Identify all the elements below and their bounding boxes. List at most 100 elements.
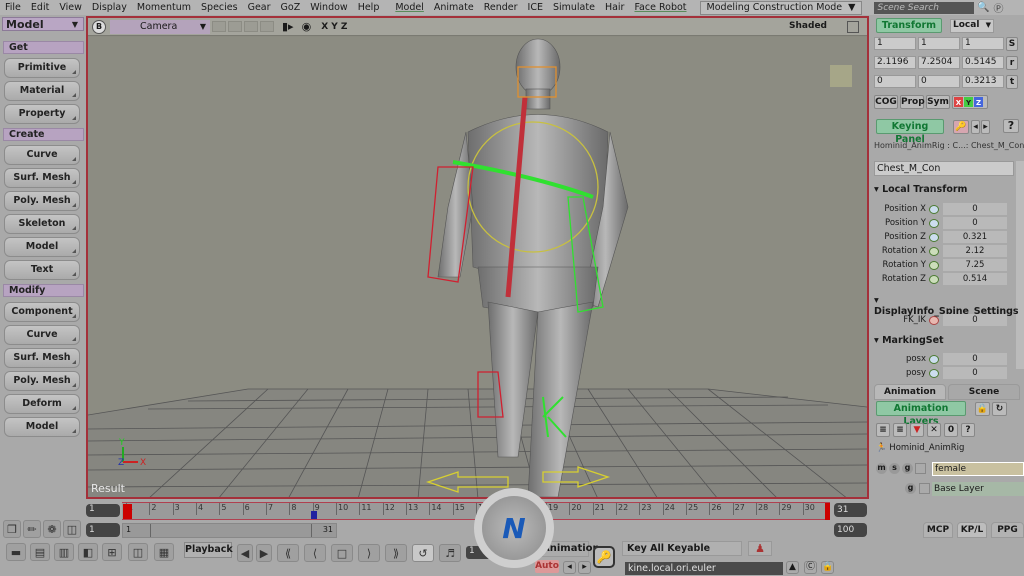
range-handle-right[interactable] [311, 524, 312, 537]
modify-poly-mesh-button[interactable]: Poly. Mesh [4, 371, 80, 391]
auto-key-button[interactable]: Auto [535, 560, 559, 573]
layer-checkbox[interactable] [915, 463, 926, 474]
prop-value-slider[interactable]: 7.25 [943, 259, 1007, 271]
layout-single-icon[interactable]: ▬ [6, 543, 26, 561]
layer-base[interactable]: Base Layer [932, 482, 1024, 496]
search-icon[interactable]: 🔍 [977, 2, 989, 14]
layer-checkbox[interactable] [919, 483, 930, 494]
rotation-x-field[interactable]: 2.1196 [874, 56, 916, 69]
menu-momentum[interactable]: Momentum [132, 2, 196, 13]
view-slot[interactable] [212, 21, 226, 32]
zero-layer-icon[interactable]: 0 [944, 423, 958, 437]
rotation-y-field[interactable]: 7.2504 [918, 56, 960, 69]
menu-face-robot[interactable]: Face Robot [629, 2, 691, 13]
module-dropdown[interactable]: Model ▼ [2, 17, 84, 31]
camera-icon[interactable]: ▮▸ [282, 20, 294, 33]
space-dropdown[interactable]: Local ▼ [950, 19, 994, 33]
range-handle-left[interactable] [150, 524, 151, 537]
menu-file[interactable]: File [0, 2, 26, 13]
axis-z-toggle[interactable]: Z [974, 97, 983, 107]
menu-window[interactable]: Window [305, 2, 352, 13]
animate-icon[interactable] [929, 232, 939, 242]
construction-mode-dropdown[interactable]: Modeling Construction Mode ▼ [699, 0, 863, 15]
expand-up-icon[interactable]: ▲ [786, 561, 799, 574]
prev-frame-icon[interactable]: ◀ [237, 544, 253, 562]
range-out-field[interactable]: 100 [834, 523, 867, 537]
menu-gear[interactable]: Gear [243, 2, 276, 13]
set-key-button[interactable]: 🔑 [593, 546, 615, 568]
layout-split-icon[interactable]: ◫ [128, 543, 148, 561]
get-primitive-button[interactable]: Primitive [4, 58, 80, 78]
timeline-end-field[interactable]: 31 [834, 503, 867, 517]
section-get[interactable]: Get [3, 41, 84, 54]
timeline-start-field[interactable]: 1 [86, 504, 120, 517]
stop-icon[interactable]: □ [331, 544, 353, 562]
section-modify[interactable]: Modify [3, 284, 84, 297]
play-backward-icon[interactable]: ⟨ [304, 544, 326, 562]
ghost-toggle[interactable]: g [902, 463, 913, 474]
scene-search-input[interactable]: Scene Search [874, 1, 975, 14]
camera-dropdown[interactable]: Camera ▼ [110, 19, 210, 34]
axis-x-toggle[interactable]: X [954, 97, 963, 107]
animated-curve-icon[interactable] [929, 260, 939, 270]
prev-key-icon[interactable]: ◂ [971, 120, 980, 134]
clear-icon[interactable]: Ⓒ [804, 561, 817, 574]
view-slot[interactable] [260, 21, 274, 32]
scale-button[interactable]: S [1006, 37, 1018, 51]
range-slider[interactable]: 1 31 [122, 523, 337, 538]
3d-viewport[interactable]: B Camera ▼ ▮▸ ◉ X Y Z Shaded Y Z X Resul… [86, 16, 869, 499]
prop-value-slider[interactable]: 0.321 [943, 231, 1007, 243]
layout-side-icon[interactable]: ◧ [78, 543, 98, 561]
object-name-field[interactable]: Chest_M_Con [874, 161, 1014, 176]
create-curve-button[interactable]: Curve [4, 145, 80, 165]
animate-icon[interactable] [929, 368, 939, 378]
layout-bottom-icon[interactable]: ▥ [54, 543, 74, 561]
menu-species[interactable]: Species [196, 2, 243, 13]
playback-menu-button[interactable]: Playback [184, 542, 233, 558]
next-key-icon[interactable]: ▸ [578, 561, 591, 574]
animated-curve-icon[interactable] [929, 274, 939, 284]
get-material-button[interactable]: Material [4, 81, 80, 101]
cog-button[interactable]: COG [874, 95, 898, 109]
keying-set-dropdown[interactable]: Key All Keyable [622, 541, 742, 556]
modify-surf-mesh-button[interactable]: Surf. Mesh [4, 348, 80, 368]
lock-icon[interactable]: 🔒 [821, 561, 834, 574]
mute-toggle[interactable]: m [876, 463, 887, 474]
tab-scene[interactable]: Scene [948, 384, 1020, 400]
tab-mcp[interactable]: MCP [923, 522, 953, 538]
menu-render[interactable]: Render [479, 2, 523, 13]
viewport-b-button[interactable]: B [92, 19, 106, 34]
shading-mode-dropdown[interactable]: Shaded [789, 21, 827, 31]
menu-simulate[interactable]: Simulate [548, 2, 600, 13]
timeline-playhead[interactable] [123, 504, 132, 519]
solo-toggle[interactable]: s [889, 463, 900, 474]
ghost-toggle[interactable]: g [905, 483, 916, 494]
layer-female[interactable]: female [932, 462, 1024, 476]
menu-goz[interactable]: GoZ [276, 2, 306, 13]
modify-curve-button[interactable]: Curve [4, 325, 80, 345]
layout-top-icon[interactable]: ▤ [30, 543, 50, 561]
clear-search-icon[interactable]: Ⓟ [992, 2, 1004, 15]
translation-y-field[interactable]: 0 [918, 75, 960, 88]
get-property-button[interactable]: Property [4, 104, 80, 124]
animate-icon[interactable] [929, 204, 939, 214]
key-icon[interactable]: 🔑 [953, 120, 969, 134]
keying-panel-button[interactable]: Keying Panel [876, 119, 944, 145]
transform-button[interactable]: Transform [876, 18, 942, 33]
next-key-icon[interactable]: ▸ [981, 120, 990, 134]
sym-button[interactable]: Sym [926, 95, 950, 109]
create-surf-mesh-button[interactable]: Surf. Mesh [4, 168, 80, 188]
create-text-button[interactable]: Text [4, 260, 80, 280]
palette-icon[interactable]: ❁ [43, 520, 61, 538]
axis-toggle[interactable]: X Y Z [952, 95, 988, 109]
audio-icon[interactable]: ♬ [439, 544, 461, 562]
translation-z-field[interactable]: 0.3213 [962, 75, 1004, 88]
view-slot[interactable] [228, 21, 242, 32]
next-frame-icon[interactable]: ▶ [256, 544, 272, 562]
section-create[interactable]: Create [3, 128, 84, 141]
rotation-z-field[interactable]: 0.5145 [962, 56, 1004, 69]
play-forward-icon[interactable]: ⟩ [358, 544, 380, 562]
add-layer-icon[interactable]: ≡ [876, 423, 890, 437]
prop-value-slider[interactable]: 0.514 [943, 273, 1007, 285]
brush-icon[interactable]: ✏ [23, 520, 41, 538]
